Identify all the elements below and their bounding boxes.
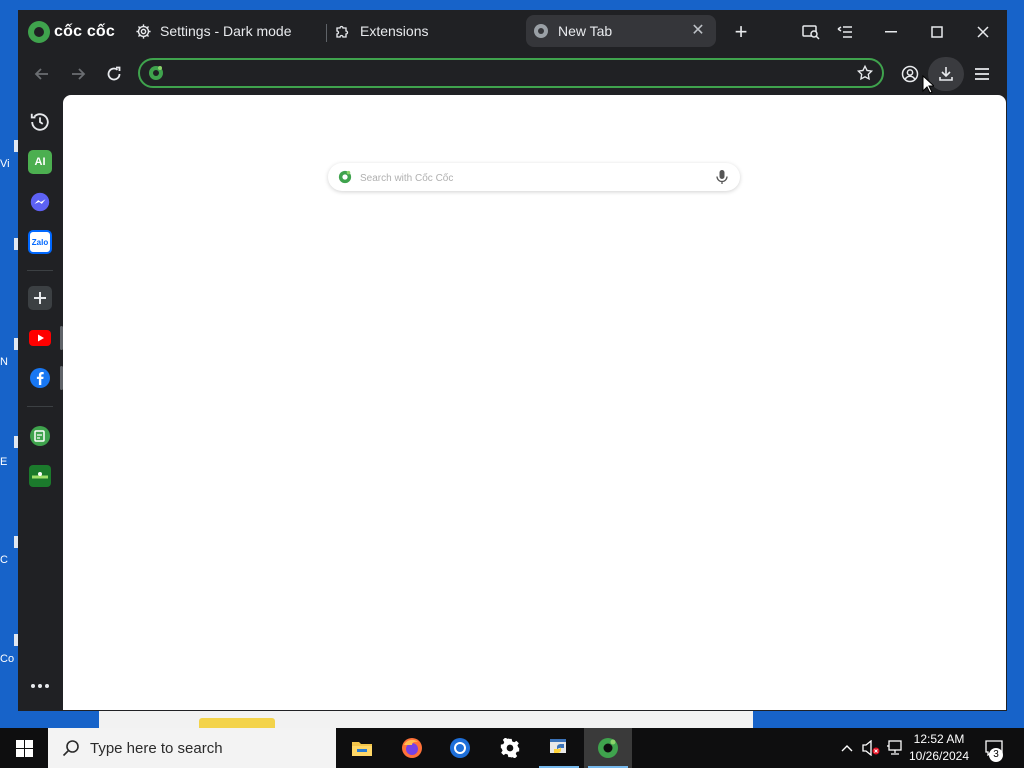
sidebar: AI Zalo xyxy=(18,94,63,711)
tab-list-icon[interactable] xyxy=(830,20,860,44)
start-button[interactable] xyxy=(0,728,48,768)
coccoc-icon xyxy=(532,22,550,40)
close-icon[interactable] xyxy=(968,20,998,44)
coccoc-logo-icon xyxy=(149,66,163,80)
facebook-icon[interactable] xyxy=(28,366,52,390)
desktop-label-fragment: Vi xyxy=(0,158,10,170)
address-input[interactable] xyxy=(170,63,854,85)
youtube-icon[interactable] xyxy=(28,326,52,350)
tab-strip: cốc cốc Settings - Dark mode Extensions … xyxy=(18,10,1007,54)
microphone-icon[interactable] xyxy=(714,169,730,185)
tab-separator xyxy=(326,24,327,42)
coccoc-icon[interactable] xyxy=(584,728,632,768)
sidebar-divider xyxy=(27,406,53,407)
volume-muted-icon[interactable] xyxy=(860,728,882,768)
zalo-icon[interactable]: Zalo xyxy=(28,230,52,254)
profile-icon[interactable] xyxy=(898,62,922,86)
mouse-cursor-icon xyxy=(922,75,934,94)
browser-window: cốc cốc Settings - Dark mode Extensions … xyxy=(18,10,1007,711)
messenger-icon[interactable] xyxy=(28,190,52,214)
taskbar: Type here to search 12:52 AM 10/26/2024 … xyxy=(0,728,1024,768)
brand-logo[interactable]: cốc cốc xyxy=(28,20,115,44)
new-tab-search-box[interactable] xyxy=(328,163,740,191)
gear-icon xyxy=(134,22,152,40)
system-clock[interactable]: 12:52 AM 10/26/2024 xyxy=(904,731,974,765)
settings-icon[interactable] xyxy=(486,728,534,768)
menu-icon[interactable] xyxy=(970,62,994,86)
desktop-label-fragment: E xyxy=(0,456,8,468)
game-icon[interactable] xyxy=(28,464,52,488)
more-icon[interactable] xyxy=(28,674,52,698)
desktop-label-fragment: N xyxy=(0,356,8,368)
back-icon[interactable] xyxy=(30,62,54,86)
taskbar-search-placeholder: Type here to search xyxy=(90,739,223,757)
notes-icon[interactable] xyxy=(28,424,52,448)
minimize-icon[interactable] xyxy=(876,20,906,44)
network-icon[interactable] xyxy=(884,728,906,768)
forward-icon[interactable] xyxy=(66,62,90,86)
puzzle-icon xyxy=(334,22,352,40)
coccoc-logo-icon xyxy=(28,21,50,43)
new-tab-page xyxy=(63,95,1006,710)
brand-name: cốc cốc xyxy=(54,23,115,40)
desktop-label-fragment: Co xyxy=(0,653,15,665)
firefox-icon[interactable] xyxy=(388,728,436,768)
notification-count-badge: 3 xyxy=(989,748,1003,762)
zalo-label: Zalo xyxy=(31,237,49,247)
tab-settings[interactable]: Settings - Dark mode xyxy=(134,15,324,47)
history-icon[interactable] xyxy=(28,110,52,134)
address-bar[interactable] xyxy=(138,58,884,88)
navigation-toolbar xyxy=(18,54,1007,94)
close-tab-icon[interactable]: ✕ xyxy=(688,21,708,41)
new-tab-search-input[interactable] xyxy=(358,168,702,188)
tab-new-tab[interactable]: New Tab ✕ xyxy=(526,15,716,47)
chrome-icon[interactable] xyxy=(436,728,484,768)
file-explorer-icon[interactable] xyxy=(338,728,386,768)
tab-title: Settings - Dark mode xyxy=(160,23,292,39)
new-tab-button[interactable]: + xyxy=(730,21,752,44)
search-icon xyxy=(62,740,79,757)
taskbar-search-box[interactable]: Type here to search xyxy=(48,728,336,768)
desktop-label-fragment: C xyxy=(0,554,8,566)
show-hidden-icons-chevron-icon[interactable] xyxy=(838,728,856,768)
windows-icon xyxy=(15,739,33,757)
download-icon[interactable] xyxy=(934,62,958,86)
sidebar-divider xyxy=(27,270,53,271)
tab-title: Extensions xyxy=(360,23,429,39)
python-idle-icon[interactable] xyxy=(535,728,583,768)
tab-search-icon[interactable] xyxy=(796,20,826,44)
ai-chat-icon[interactable]: AI xyxy=(28,150,52,174)
background-window xyxy=(99,710,753,730)
bookmark-star-icon[interactable] xyxy=(856,64,874,82)
coccoc-logo-icon xyxy=(338,170,352,184)
tab-title: New Tab xyxy=(558,23,613,39)
maximize-icon[interactable] xyxy=(922,20,952,44)
clock-date: 10/26/2024 xyxy=(908,749,970,763)
reload-icon[interactable] xyxy=(102,62,126,86)
add-icon[interactable] xyxy=(28,286,52,310)
tab-extensions[interactable]: Extensions xyxy=(334,15,524,47)
clock-time: 12:52 AM xyxy=(913,732,965,746)
ai-label: AI xyxy=(34,156,46,168)
